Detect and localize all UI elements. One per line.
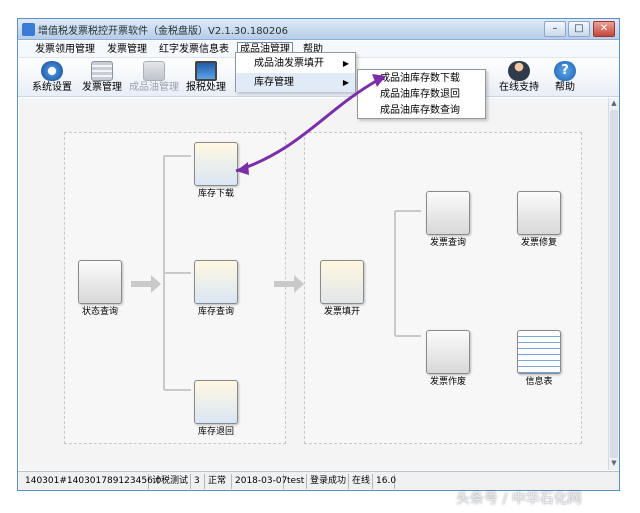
node-label: 状态查询 [81,307,118,317]
info-table-icon [517,330,561,374]
scroll-down-arrow[interactable]: ▼ [609,459,619,467]
inventory-submenu: 成品油库存数下载 成品油库存数退回 成品油库存数查询 [357,69,486,119]
oil-manage-dropdown: 成品油发票填开 ▶ 库存管理 ▶ [235,52,356,92]
status-state: 正常 [205,474,232,489]
node-invoice-issue[interactable]: 发票填开 [307,260,377,332]
toolbar-label: 帮助 [555,82,575,93]
app-icon [22,23,35,36]
maximize-button[interactable]: □ [568,21,590,37]
node-label: 发票修复 [520,238,557,248]
menu-inventory-manage[interactable]: 库存管理 ▶ [236,73,355,92]
status-company: 计税测试 [149,474,191,489]
invoice-void-icon [426,330,470,374]
workflow-canvas: 状态查询 库存下载 库存查询 库存退回 发票填开 发票查询 发票修复 发票作废 … [19,98,608,470]
node-label: 库存退回 [197,427,234,437]
node-label: 库存下载 [197,189,234,199]
vertical-scrollbar[interactable]: ▲ ▼ [608,98,619,470]
invoice-ledger-icon [91,61,113,81]
node-status-query[interactable]: 状态查询 [65,260,135,332]
node-invoice-query[interactable]: 发票查询 [413,191,483,263]
status-date: 2018-03-07 [232,474,287,489]
inventory-query-icon [194,260,238,304]
minimize-button[interactable]: – [544,21,566,37]
toolbar-system-settings[interactable]: 系统设置 [28,59,76,97]
support-person-icon [508,61,530,81]
invoice-repair-icon [517,191,561,235]
toolbar-help[interactable]: ? 帮助 [545,59,585,97]
invoice-query-icon [426,191,470,235]
oil-management-icon [143,61,165,81]
watermark: 头条号 / 中华石化网 [456,491,582,507]
toolbar-online-support[interactable]: 在线支持 [495,59,543,97]
menu-oil-inventory-query[interactable]: 成品油库存数查询 [358,103,485,119]
scroll-thumb[interactable] [610,110,618,458]
toolbar-label: 发票管理 [82,82,122,93]
scroll-up-arrow[interactable]: ▲ [609,99,619,107]
toolbar-tax-report[interactable]: 报税处理 [182,59,230,97]
node-label: 发票作废 [429,377,466,387]
menu-oil-invoice-issue[interactable]: 成品油发票填开 ▶ [236,54,355,73]
status-online: 在线 [349,474,373,489]
menu-oil-inventory-return[interactable]: 成品油库存数退回 [358,87,485,103]
toolbar-label: 成品油管理 [129,82,179,93]
status-version: 16.0 [373,474,396,489]
gear-icon [41,61,63,81]
dropdown-label: 成品油发票填开 [254,58,324,69]
toolbar-label: 报税处理 [186,82,226,93]
inventory-return-icon [194,380,238,424]
submenu-arrow-icon: ▶ [342,78,349,87]
menu-red-invoice-info[interactable]: 红字发票信息表 [157,42,231,57]
status-user: test [284,474,307,489]
toolbar-label: 系统设置 [32,82,72,93]
menu-invoice-manage[interactable]: 发票管理 [105,42,149,57]
title-bar: 增值税发票税控开票软件（金税盘版）V2.1.30.180206 – □ ✕ [18,19,619,40]
node-label: 发票查询 [429,238,466,248]
toolbar-invoice-manage[interactable]: 发票管理 [78,59,126,97]
dropdown-label: 库存管理 [254,77,294,88]
inventory-download-icon [194,142,238,186]
toolbar-label: 在线支持 [499,82,539,93]
status-query-icon [78,260,122,304]
status-tax-id: 140301#140301789123456.0 [22,474,161,489]
status-number: 3 [191,474,205,489]
node-invoice-repair[interactable]: 发票修复 [504,191,574,263]
node-info-table[interactable]: 信息表 [504,330,574,402]
monitor-icon [195,61,217,81]
close-button[interactable]: ✕ [593,21,615,37]
node-inventory-query[interactable]: 库存查询 [181,260,251,332]
toolbar-oil-manage[interactable]: 成品油管理 [126,59,182,97]
node-label: 发票填开 [323,307,360,317]
invoice-issue-icon [320,260,364,304]
node-label: 库存查询 [197,307,234,317]
node-inventory-return[interactable]: 库存退回 [181,380,251,452]
flow-arrow-1 [131,275,161,293]
node-invoice-void[interactable]: 发票作废 [413,330,483,402]
node-label: 信息表 [525,377,553,387]
menu-invoice-receive[interactable]: 发票领用管理 [33,42,97,57]
status-login: 登录成功 [307,474,349,489]
flow-arrow-2 [274,275,304,293]
help-icon: ? [554,61,576,81]
menu-oil-inventory-download[interactable]: 成品油库存数下载 [358,71,485,87]
window-title: 增值税发票税控开票软件（金税盘版）V2.1.30.180206 [38,26,288,37]
node-inventory-download[interactable]: 库存下载 [181,142,251,214]
submenu-arrow-icon: ▶ [342,59,349,68]
